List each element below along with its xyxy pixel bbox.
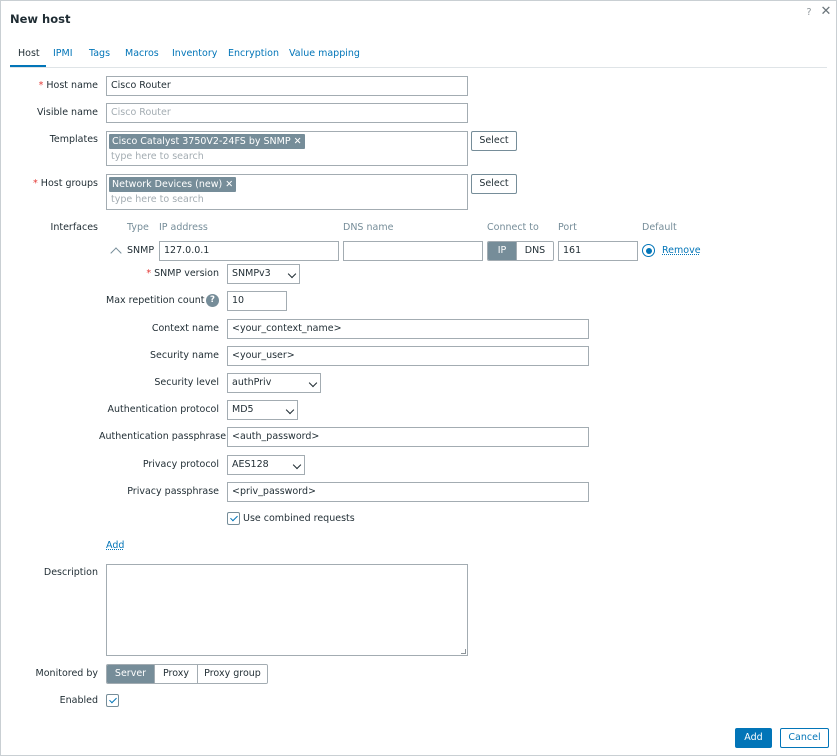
new-host-dialog: New host ? ✕ Host IPMI Tags Macros Inven… <box>0 0 837 756</box>
col-type: Type <box>127 222 149 233</box>
tab-bar: Host IPMI Tags Macros Inventory Encrypti… <box>10 41 827 68</box>
max-repetition-label: Max repetition count <box>106 295 205 306</box>
privacy-protocol-value: AES128 <box>232 459 269 470</box>
required-mark: * <box>146 268 152 279</box>
combined-requests-label: Use combined requests <box>243 513 355 524</box>
templates-search-input[interactable]: type here to search <box>111 151 204 162</box>
remove-host-group-icon[interactable]: ✕ <box>225 179 233 190</box>
auth-passphrase-input[interactable]: <auth_password> <box>227 427 589 447</box>
templates-multiselect[interactable]: Cisco Catalyst 3750V2-24FS by SNMP ✕ type… <box>106 131 468 166</box>
host-name-input[interactable]: Cisco Router <box>106 76 468 96</box>
host-name-label-text: Host name <box>46 80 98 91</box>
security-name-input[interactable]: <your_user> <box>227 346 589 366</box>
dns-name-input[interactable] <box>343 241 483 261</box>
col-ip-address: IP address <box>159 222 208 233</box>
connect-dns-option[interactable]: DNS <box>516 242 553 260</box>
remove-template-icon[interactable]: ✕ <box>294 136 302 147</box>
add-button[interactable]: Add <box>735 728 772 748</box>
template-chip-label: Cisco Catalyst 3750V2-24FS by SNMP <box>112 136 291 147</box>
security-name-label: Security name <box>150 350 219 361</box>
add-interface-link[interactable]: Add <box>106 540 124 551</box>
snmp-version-label-text: SNMP version <box>154 268 219 279</box>
chevron-down-icon <box>308 378 318 388</box>
help-icon[interactable]: ? <box>206 294 219 307</box>
monitored-by-proxy-group[interactable]: Proxy group <box>197 665 267 683</box>
tab-value-mapping[interactable]: Value mapping <box>289 48 360 59</box>
auth-protocol-select[interactable]: MD5 <box>227 400 298 420</box>
visible-name-input[interactable]: Cisco Router <box>106 103 468 123</box>
monitored-by-server[interactable]: Server <box>107 665 154 683</box>
templates-select-button[interactable]: Select <box>471 131 517 151</box>
chevron-up-icon[interactable] <box>110 247 122 259</box>
host-group-chip-label: Network Devices (new) <box>112 179 223 190</box>
monitored-by-toggle: Server Proxy Proxy group <box>106 664 268 684</box>
security-level-select[interactable]: authPriv <box>227 373 321 393</box>
security-level-value: authPriv <box>232 377 272 388</box>
enabled-label: Enabled <box>59 695 98 706</box>
remove-interface-link[interactable]: Remove <box>662 245 701 256</box>
help-icon[interactable]: ? <box>804 7 814 18</box>
privacy-protocol-label: Privacy protocol <box>142 459 219 470</box>
tab-inventory[interactable]: Inventory <box>172 48 217 59</box>
privacy-passphrase-input[interactable]: <priv_password> <box>227 482 589 502</box>
tab-macros[interactable]: Macros <box>125 48 159 59</box>
col-default: Default <box>642 222 677 233</box>
snmp-version-value: SNMPv3 <box>232 268 271 279</box>
dialog-title: New host <box>10 12 71 26</box>
chevron-down-icon <box>287 269 297 279</box>
security-level-label: Security level <box>154 377 219 388</box>
ip-address-input[interactable]: 127.0.0.1 <box>159 241 339 261</box>
host-groups-label-text: Host groups <box>40 178 98 189</box>
description-textarea[interactable] <box>106 564 468 656</box>
auth-protocol-label: Authentication protocol <box>107 404 219 415</box>
col-dns-name: DNS name <box>343 222 394 233</box>
col-connect-to: Connect to <box>487 222 539 233</box>
default-interface-radio[interactable] <box>642 244 655 257</box>
auth-protocol-value: MD5 <box>232 404 254 415</box>
active-tab-indicator <box>10 65 46 67</box>
template-chip: Cisco Catalyst 3750V2-24FS by SNMP ✕ <box>109 134 305 149</box>
combined-requests-checkbox[interactable] <box>227 512 240 525</box>
auth-passphrase-label: Authentication passphrase <box>99 431 227 442</box>
enabled-checkbox[interactable] <box>106 694 119 707</box>
host-group-chip: Network Devices (new) ✕ <box>109 177 237 192</box>
tab-tags[interactable]: Tags <box>89 48 110 59</box>
snmp-version-label: * SNMP version <box>106 268 219 279</box>
tab-ipmi[interactable]: IPMI <box>53 48 73 59</box>
interface-type: SNMP <box>127 245 155 256</box>
connect-ip-option[interactable]: IP <box>488 242 516 260</box>
host-groups-search-input[interactable]: type here to search <box>111 194 204 205</box>
col-port: Port <box>558 222 577 233</box>
tab-encryption[interactable]: Encryption <box>228 48 279 59</box>
privacy-protocol-select[interactable]: AES128 <box>227 455 305 475</box>
required-mark: * <box>38 80 44 91</box>
snmp-version-select[interactable]: SNMPv3 <box>227 264 300 284</box>
port-input[interactable]: 161 <box>558 241 638 261</box>
description-label: Description <box>43 567 98 578</box>
required-mark: * <box>33 178 38 189</box>
interfaces-label: Interfaces <box>50 222 98 233</box>
context-name-input[interactable]: <your_context_name> <box>227 319 589 339</box>
host-groups-select-button[interactable]: Select <box>471 174 517 194</box>
resize-handle-icon[interactable] <box>461 649 466 654</box>
close-icon[interactable]: ✕ <box>820 5 832 19</box>
templates-label: Templates <box>49 134 98 145</box>
monitored-by-proxy[interactable]: Proxy <box>154 665 197 683</box>
chevron-down-icon <box>285 405 295 415</box>
host-groups-label: * Host groups <box>1 178 98 189</box>
privacy-passphrase-label: Privacy passphrase <box>127 486 219 497</box>
context-name-label: Context name <box>151 323 219 334</box>
connect-to-toggle: IP DNS <box>487 241 554 261</box>
host-name-label: * Host name <box>1 80 98 91</box>
max-repetition-input[interactable]: 10 <box>227 291 287 311</box>
monitored-by-label: Monitored by <box>35 668 98 679</box>
chevron-down-icon <box>292 460 302 470</box>
host-groups-multiselect[interactable]: Network Devices (new) ✕ type here to sear… <box>106 174 468 210</box>
tab-host[interactable]: Host <box>18 48 40 59</box>
visible-name-label: Visible name <box>37 107 98 118</box>
cancel-button[interactable]: Cancel <box>780 728 829 748</box>
